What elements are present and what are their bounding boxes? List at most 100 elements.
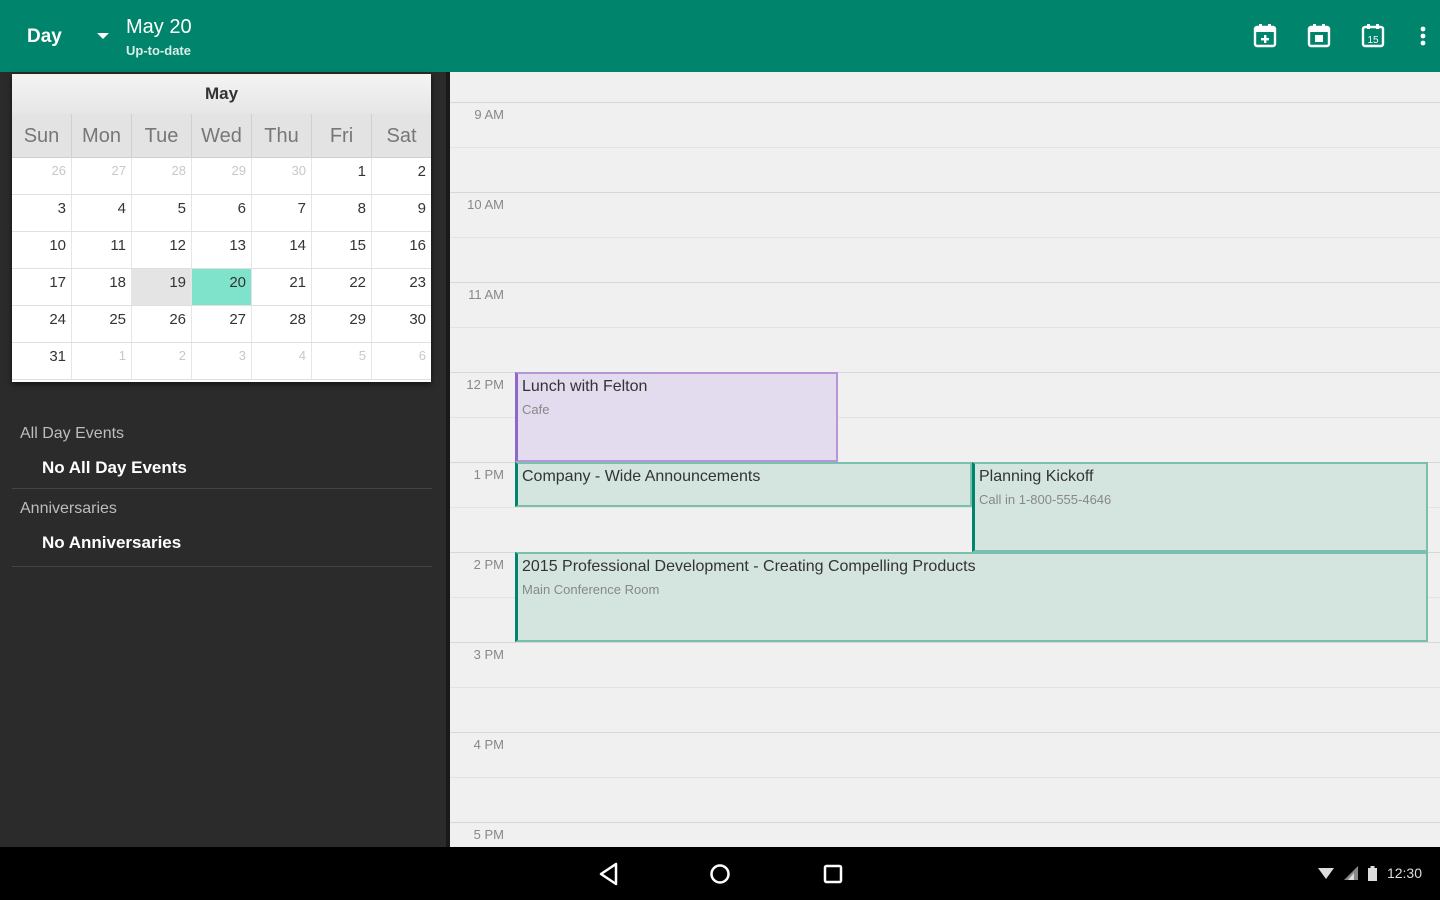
calendar-event[interactable]: Lunch with Felton Cafe [515,372,838,462]
event-location: Cafe [522,402,550,417]
app-bar: Day May 20 Up-to-date 15 [0,0,1440,72]
event-title: Planning Kickoff [979,468,1094,485]
hour-label: 5 PM [473,827,504,842]
status-indicators: 12:30 [1317,865,1422,881]
calendar-day-cell[interactable]: 5 [312,343,372,379]
calendar-event[interactable]: Planning Kickoff Call in 1-800-555-4646 [972,462,1428,552]
calendar-day-cell[interactable]: 29 [192,158,252,194]
all-day-events-value: No All Day Events [42,458,187,477]
calendar-day-cell[interactable]: 31 [12,343,72,379]
calendar-event[interactable]: Company - Wide Announcements [515,462,972,507]
hour-gridline [450,732,1440,733]
calendar-day-cell[interactable]: 14 [252,232,312,268]
cell-signal-icon [1343,866,1358,880]
dropdown-caret-icon [97,33,109,39]
event-title: 2015 Professional Development - Creating… [522,558,976,575]
calendar-day-cell[interactable]: 16 [372,232,431,268]
all-day-events-header: All Day Events [20,425,125,442]
event-title: Lunch with Felton [522,378,648,395]
calendar-view-icon[interactable]: 15 [1360,22,1386,50]
calendar-day-cell[interactable]: 4 [72,195,132,231]
day-timeline[interactable]: 9 AM 10 AM 11 AM 12 PM 1 PM 2 PM 3 PM 4 PM 5 PM L… [450,72,1440,847]
hour-label: 1 PM [473,467,504,482]
calendar-week-row: 10 11 12 13 14 15 16 [12,232,431,269]
calendar-day-cell[interactable]: 27 [192,306,252,342]
calendar-day-cell[interactable]: 21 [252,269,312,305]
clock-time: 12:30 [1386,865,1422,881]
event-title: Company - Wide Announcements [522,468,761,485]
view-mode-dropdown[interactable]: Day [0,0,120,72]
calendar-day-cell[interactable]: 26 [132,306,192,342]
calendar-day-cell[interactable]: 9 [372,195,431,231]
weekday-label: Fri [312,114,372,157]
sync-status: Up-to-date [126,43,191,58]
view-mode-label: Day [27,26,62,47]
anniversaries-header: Anniversaries [20,500,117,517]
calendar-day-cell[interactable]: 25 [72,306,132,342]
overflow-menu-icon[interactable] [1410,22,1430,50]
hour-gridline [450,282,1440,283]
calendar-day-cell[interactable]: 1 [312,158,372,194]
calendar-day-cell[interactable]: 29 [312,306,372,342]
go-to-today-icon[interactable] [1252,22,1278,50]
calendar-day-cell[interactable]: 22 [312,269,372,305]
calendar-day-cell[interactable]: 28 [132,158,192,194]
calendar-day-cell[interactable]: 4 [252,343,312,379]
system-navigation-bar: 12:30 [0,847,1440,900]
calendar-day-cell[interactable]: 30 [372,306,431,342]
calendar-day-cell[interactable]: 7 [252,195,312,231]
calendar-day-cell[interactable]: 15 [312,232,372,268]
calendar-day-cell[interactable]: 23 [372,269,431,305]
calendar-day-cell[interactable]: 1 [72,343,132,379]
svg-text:15: 15 [1367,35,1379,46]
half-hour-gridline [450,687,1440,688]
hour-label: 2 PM [473,557,504,572]
home-icon[interactable] [705,859,735,889]
calendar-day-cell[interactable]: 2 [132,343,192,379]
calendar-day-cell[interactable]: 8 [312,195,372,231]
calendar-day-cell[interactable]: 6 [372,343,431,379]
calendar-day-cell[interactable]: 19 [132,269,192,305]
recent-apps-icon[interactable] [818,859,848,889]
mini-month-calendar: May Sun Mon Tue Wed Thu Fri Sat 26 27 28 29 30 1 2 3 4… [12,74,431,382]
calendar-week-row: 3456789 [12,195,431,232]
half-hour-gridline [450,147,1440,148]
half-hour-gridline [450,237,1440,238]
calendar-day-cell[interactable]: 28 [252,306,312,342]
calendar-day-cell[interactable]: 13 [192,232,252,268]
calendar-day-cell[interactable]: 3 [192,343,252,379]
back-icon[interactable] [594,859,624,889]
calendar-event[interactable]: 2015 Professional Development - Creating… [515,552,1428,642]
calendar-day-cell[interactable]: 27 [72,158,132,194]
hour-label: 10 AM [467,197,504,212]
calendar-day-cell[interactable]: 3 [12,195,72,231]
hour-label: 11 AM [468,287,504,302]
calendar-day-cell[interactable]: 10 [12,232,72,268]
calendar-day-cell[interactable]: 12 [132,232,192,268]
calendar-day-cell[interactable]: 26 [12,158,72,194]
calendar-day-cell[interactable]: 2 [372,158,431,194]
event-location: Main Conference Room [522,582,660,597]
weekday-label: Wed [192,114,252,157]
calendar-day-cell[interactable]: 11 [72,232,132,268]
hour-label: 4 PM [473,737,504,752]
new-event-icon[interactable] [1306,22,1332,50]
calendar-day-cell[interactable]: 6 [192,195,252,231]
hour-gridline [450,822,1440,823]
mini-calendar-grid: 26 27 28 29 30 1 2 3 4 5 6 7 8 9 10 11 12 13 14 15 16 17 18 19 2… [12,158,431,380]
hour-label: 12 PM [466,377,504,392]
calendar-day-cell[interactable]: 5 [132,195,192,231]
section-divider [12,488,432,489]
weekday-header-row: Sun Mon Tue Wed Thu Fri Sat [12,114,431,158]
calendar-day-cell[interactable]: 24 [12,306,72,342]
half-hour-gridline [450,327,1440,328]
calendar-day-cell[interactable]: 30 [252,158,312,194]
section-divider [12,566,432,567]
weekday-label: Sun [12,114,72,157]
half-hour-gridline [450,777,1440,778]
weekday-label: Sat [386,125,417,147]
calendar-week-row: 26 27 28 29 30 1 2 [12,158,431,195]
calendar-day-cell[interactable]: 20 [192,269,252,305]
calendar-day-cell[interactable]: 18 [72,269,132,305]
calendar-day-cell[interactable]: 17 [12,269,72,305]
